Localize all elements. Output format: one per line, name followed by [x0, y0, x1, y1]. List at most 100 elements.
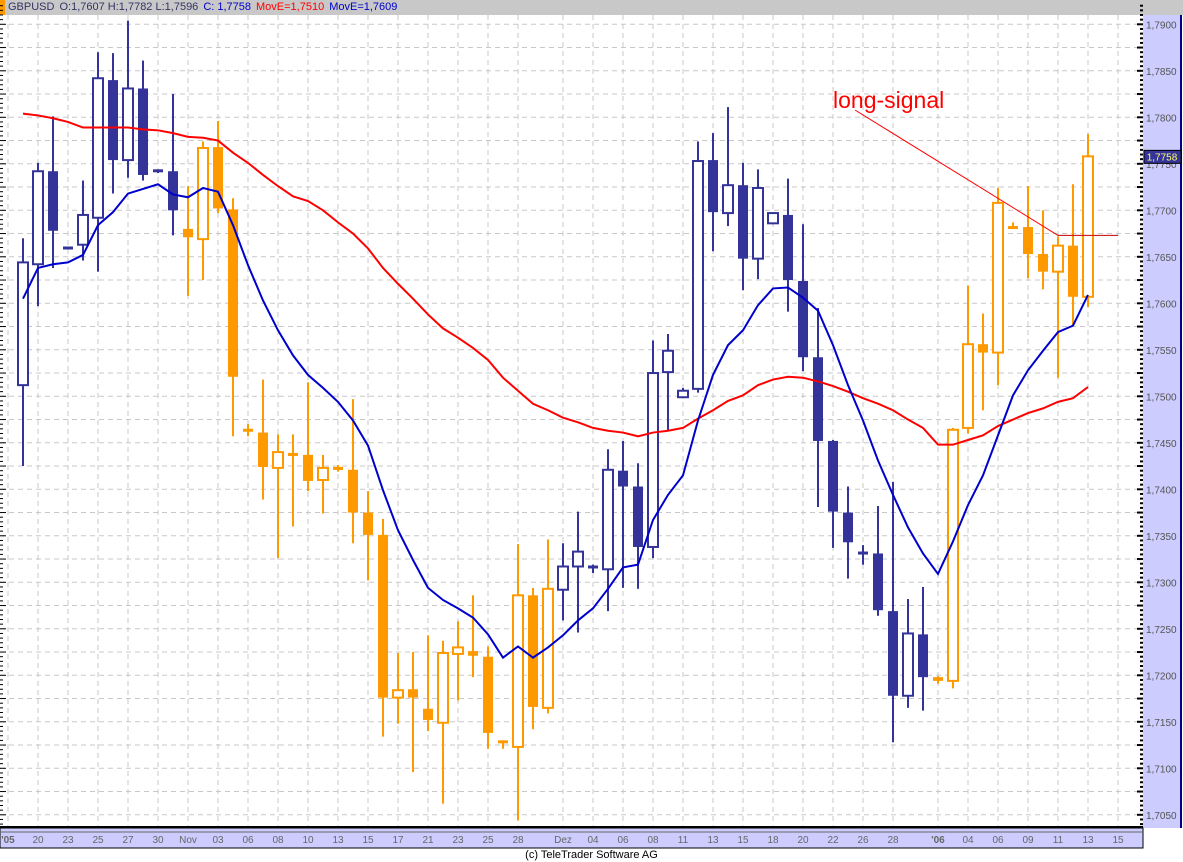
- candle: [843, 486, 853, 579]
- candle-body: [888, 611, 898, 696]
- candle-body: [17, 261, 29, 387]
- candle-body: [108, 80, 118, 161]
- candle: [588, 564, 598, 573]
- signal-annotation: long-signal: [833, 87, 1118, 236]
- candle-body: [1038, 254, 1048, 272]
- candle-body: [767, 212, 779, 225]
- candle: [258, 379, 268, 500]
- candle: [243, 424, 253, 437]
- time-tick-label: 04: [587, 835, 599, 846]
- candle-body: [1052, 244, 1064, 273]
- candle: [153, 169, 163, 174]
- time-tick-label: 27: [122, 835, 134, 846]
- candle-body: [348, 469, 358, 513]
- price-tick-label: 1,7550: [1146, 346, 1177, 357]
- candle-body: [272, 451, 284, 469]
- candle-body: [738, 185, 748, 259]
- price-tick-label: 1,7800: [1146, 113, 1177, 124]
- candle: [303, 382, 313, 492]
- candle-body: [317, 466, 329, 482]
- candle-body: [992, 201, 1004, 354]
- candle: [633, 463, 643, 589]
- time-tick-label: 03: [212, 835, 224, 846]
- candle: [978, 313, 988, 411]
- price-tick-label: 1,7250: [1146, 625, 1177, 636]
- candle: [828, 440, 838, 548]
- candle-body: [572, 550, 584, 568]
- candle-body: [122, 87, 134, 162]
- candle-body: [92, 77, 104, 219]
- candle-body: [138, 88, 148, 175]
- candle-body: [528, 595, 538, 707]
- candle: [138, 60, 148, 181]
- candle: [752, 169, 764, 280]
- price-tick-label: 1,7100: [1146, 764, 1177, 775]
- time-tick-label: 25: [92, 835, 104, 846]
- candle: [317, 454, 329, 514]
- candle-body: [512, 594, 524, 748]
- candle: [48, 116, 58, 268]
- time-tick-label: 08: [272, 835, 284, 846]
- candle: [32, 162, 44, 307]
- candle-body: [677, 389, 689, 399]
- candle-body: [828, 440, 838, 512]
- candle: [1038, 210, 1048, 290]
- candle-body: [288, 452, 298, 456]
- candle-body: [408, 689, 418, 698]
- candle-body: [722, 184, 734, 215]
- time-tick-label: 21: [422, 835, 434, 846]
- candle: [452, 621, 464, 701]
- candle: [602, 449, 614, 612]
- time-tick-label: 13: [707, 835, 719, 846]
- candle: [767, 212, 779, 225]
- candle: [1008, 222, 1018, 230]
- copyright-notice: (c) TeleTrader Software AG: [525, 849, 658, 861]
- moving-averages: [22, 112, 1089, 660]
- candle: [183, 186, 193, 296]
- candle-body: [918, 634, 928, 678]
- candle: [63, 246, 73, 250]
- candle-body: [588, 565, 598, 569]
- candle-body: [692, 160, 704, 390]
- candle: [437, 640, 449, 804]
- candle-body: [1023, 227, 1033, 255]
- candle: [122, 20, 134, 178]
- time-tick-label: 15: [1112, 835, 1124, 846]
- candle: [1052, 236, 1064, 378]
- time-tick-label: 08: [647, 835, 659, 846]
- price-tick-label: 1,7200: [1146, 671, 1177, 682]
- time-tick-label: 28: [512, 835, 524, 846]
- candle: [783, 178, 793, 312]
- price-tick-label: 1,7500: [1146, 392, 1177, 403]
- candle: [108, 53, 118, 194]
- candle: [722, 107, 734, 227]
- candle-body: [63, 246, 73, 250]
- candle-body: [333, 466, 343, 470]
- candle-body: [483, 656, 493, 733]
- candle-body: [32, 170, 44, 266]
- candle: [557, 543, 569, 621]
- time-tick-label: 06: [617, 835, 629, 846]
- candle: [647, 340, 659, 559]
- time-tick-label: '06: [931, 835, 945, 846]
- price-tick-label: 1,7300: [1146, 578, 1177, 589]
- candle-body: [168, 171, 178, 211]
- candle: [1023, 186, 1033, 279]
- time-tick-label: Nov: [179, 835, 197, 846]
- candle: [947, 427, 959, 689]
- candle-body: [258, 432, 268, 467]
- time-tick-label: 23: [62, 835, 74, 846]
- candle-body: [452, 646, 464, 655]
- candle: [992, 187, 1004, 386]
- candle: [1068, 184, 1078, 326]
- price-tick-label: 1,7650: [1146, 253, 1177, 264]
- candle: [512, 544, 524, 821]
- candle: [692, 141, 704, 393]
- candlestick-chart[interactable]: 1,7050 1,7100 1,7150 1,7200 1,7250 1,7300 1,73…: [0, 0, 1183, 862]
- time-tick-label: 30: [152, 835, 164, 846]
- time-tick-label: 06: [242, 835, 254, 846]
- candle-body: [437, 651, 449, 724]
- candle-body: [783, 214, 793, 281]
- candle-body: [1082, 155, 1094, 298]
- time-tick-label: 26: [857, 835, 869, 846]
